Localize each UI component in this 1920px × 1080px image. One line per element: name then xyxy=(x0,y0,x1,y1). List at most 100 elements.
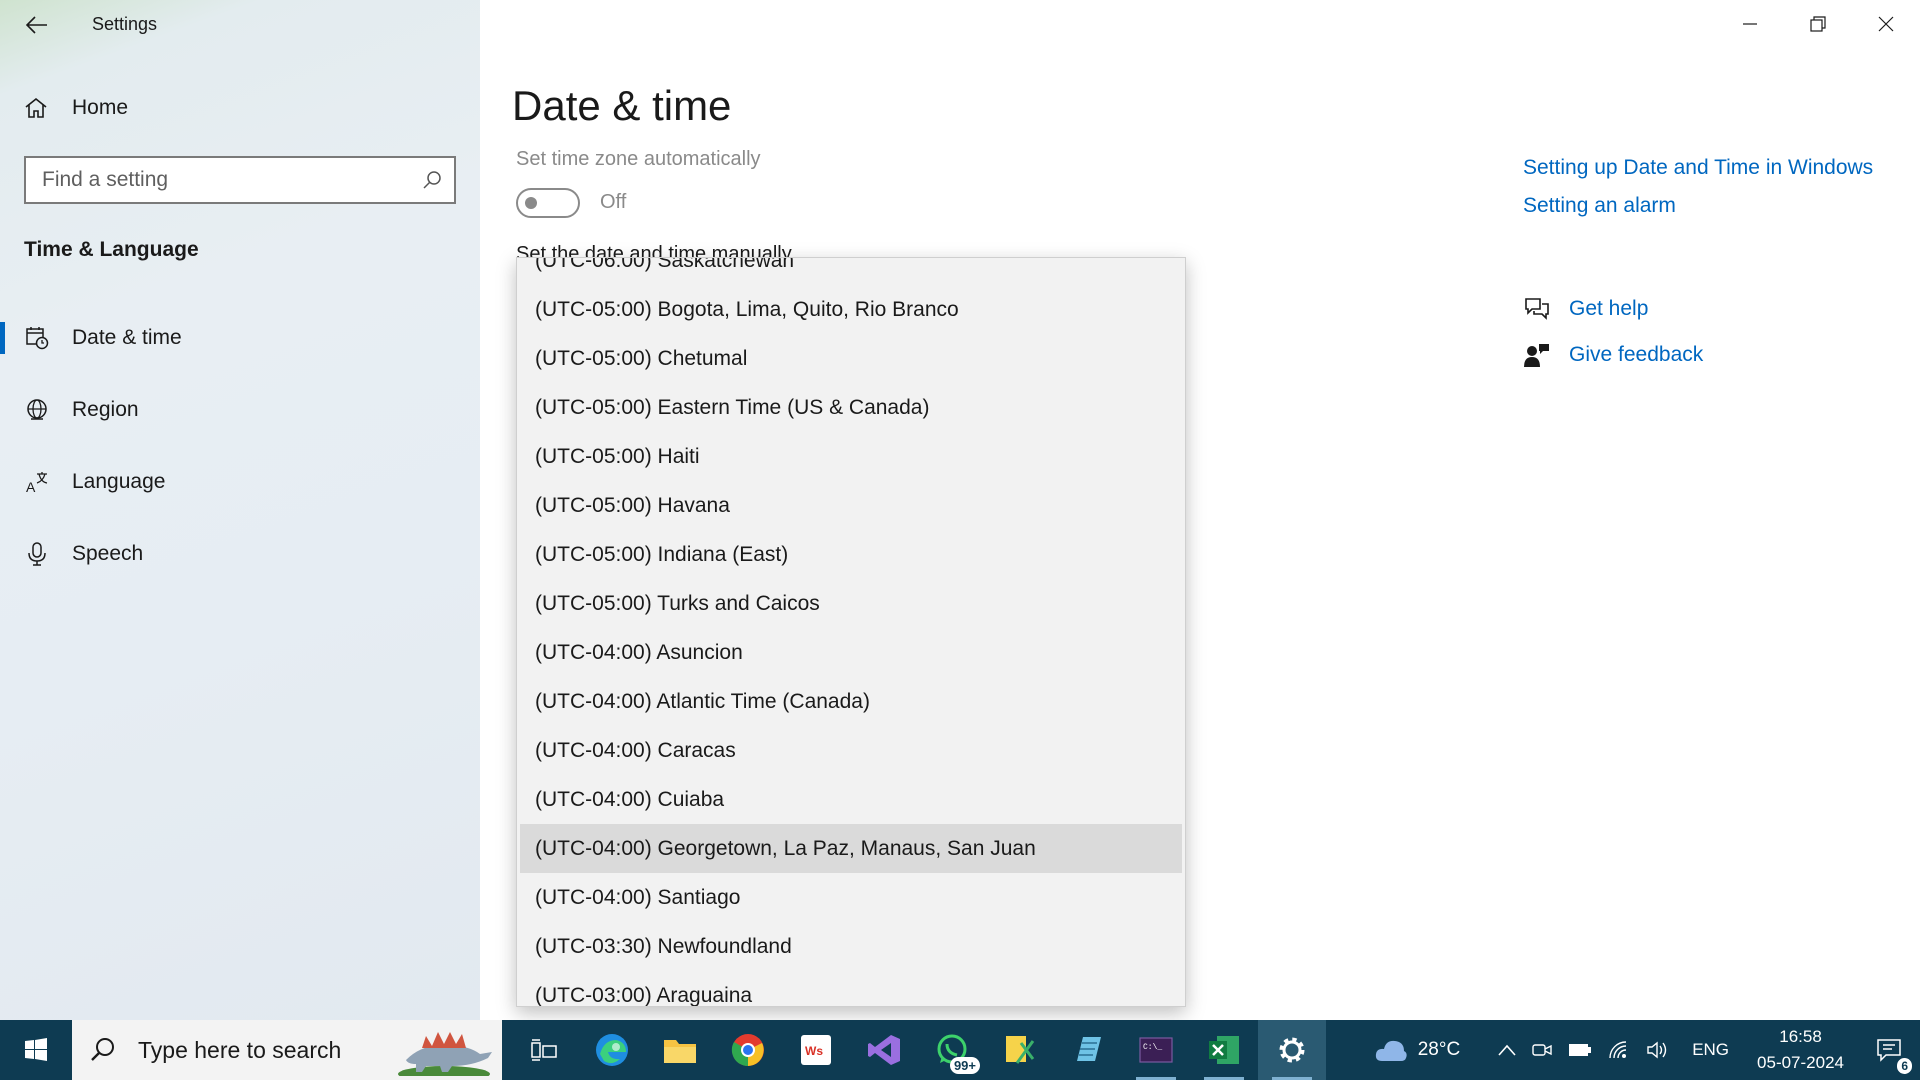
cloud-icon xyxy=(1375,1040,1407,1061)
section-title: Time & Language xyxy=(24,238,199,261)
timezone-option[interactable]: (UTC-05:00) Indiana (East) xyxy=(517,530,1185,579)
manual-datetime-label: Set the date and time manually xyxy=(516,243,792,257)
sidebar-item-date-time[interactable]: Date & time xyxy=(0,310,480,366)
dinosaur-doodle-icon xyxy=(398,1032,492,1076)
back-button[interactable] xyxy=(22,10,52,40)
sidebar-item-speech[interactable]: Speech xyxy=(0,526,480,582)
taskbar-search[interactable]: Type here to search xyxy=(72,1020,502,1080)
get-help-link[interactable]: Get help xyxy=(1569,297,1648,321)
input-language-button[interactable]: ENG xyxy=(1678,1020,1743,1080)
notepad-app[interactable] xyxy=(1054,1020,1122,1080)
timezone-options-list: (UTC-06:00) Saskatchewan (UTC-05:00) Bogo… xyxy=(517,258,1185,1006)
timezone-option[interactable]: (UTC-05:00) Chetumal xyxy=(517,334,1185,383)
alarm-link[interactable]: Setting an alarm xyxy=(1523,194,1873,218)
search-icon xyxy=(423,171,441,189)
timezone-option[interactable]: (UTC-05:00) Haiti xyxy=(517,432,1185,481)
timezone-option[interactable]: (UTC-04:00) Asuncion xyxy=(517,628,1185,677)
home-nav-item[interactable]: Home xyxy=(24,96,128,120)
sidebar-item-label: Date & time xyxy=(72,326,182,349)
timezone-option[interactable]: (UTC-03:30) Newfoundland xyxy=(517,922,1185,971)
notification-icon xyxy=(1877,1039,1901,1062)
sticky-app[interactable] xyxy=(986,1020,1054,1080)
chat-help-icon xyxy=(1525,298,1549,320)
minimize-button[interactable] xyxy=(1716,0,1784,48)
edge-icon xyxy=(596,1034,628,1066)
microphone-icon xyxy=(24,541,50,567)
clock-time: 16:58 xyxy=(1779,1027,1822,1046)
home-icon xyxy=(25,97,47,118)
weather-widget[interactable]: 28°C xyxy=(1366,1020,1490,1080)
sidebar-item-region[interactable]: Region xyxy=(0,382,480,438)
get-help-row[interactable]: Get help xyxy=(1523,296,1648,322)
whatsapp-badge: 99+ xyxy=(949,1057,980,1074)
system-tray: 28°C ENG 16:58 05-07-2024 6 xyxy=(1366,1020,1920,1080)
taskbar-apps: Ws 99+ C:\_ xyxy=(510,1020,1326,1080)
file-explorer-app[interactable] xyxy=(646,1020,714,1080)
setup-datetime-link[interactable]: Setting up Date and Time in Windows xyxy=(1523,156,1873,180)
clock-button[interactable]: 16:58 05-07-2024 xyxy=(1743,1024,1858,1076)
visual-studio-icon xyxy=(868,1035,900,1065)
taskbar-search-placeholder: Type here to search xyxy=(138,1036,342,1063)
timezone-option[interactable]: (UTC-06:00) Saskatchewan xyxy=(517,258,1185,285)
sidebar-item-label: Speech xyxy=(72,542,144,565)
notification-center-button[interactable]: 6 xyxy=(1858,1020,1920,1080)
timezone-option[interactable]: (UTC-04:00) Caracas xyxy=(517,726,1185,775)
find-setting-search[interactable] xyxy=(24,156,456,204)
timezone-option[interactable]: (UTC-05:00) Havana xyxy=(517,481,1185,530)
settings-app[interactable] xyxy=(1258,1020,1326,1080)
timezone-option[interactable]: (UTC-04:00) Georgetown, La Paz, Manaus, … xyxy=(520,824,1182,873)
globe-icon xyxy=(24,397,50,423)
language-icon: A xyxy=(24,469,50,495)
search-input[interactable] xyxy=(42,168,422,192)
battery-icon xyxy=(1569,1044,1592,1056)
timezone-option[interactable]: (UTC-05:00) Turks and Caicos xyxy=(517,579,1185,628)
battery-button[interactable] xyxy=(1560,1020,1600,1080)
back-arrow-icon xyxy=(26,16,47,34)
chevron-up-icon xyxy=(1498,1044,1516,1056)
excel-icon xyxy=(1209,1036,1239,1064)
app-title: Settings xyxy=(92,14,158,34)
close-button[interactable] xyxy=(1852,0,1920,48)
wifi-icon xyxy=(1609,1041,1627,1059)
speaker-icon xyxy=(1647,1041,1667,1059)
terminal-icon: C:\_ xyxy=(1139,1037,1173,1063)
edge-app[interactable] xyxy=(578,1020,646,1080)
timezone-option[interactable]: (UTC-05:00) Eastern Time (US & Canada) xyxy=(517,383,1185,432)
timezone-option[interactable]: (UTC-03:00) Araguaina xyxy=(517,971,1185,1006)
timezone-option[interactable]: (UTC-04:00) Santiago xyxy=(517,873,1185,922)
visual-studio-app[interactable] xyxy=(850,1020,918,1080)
ws-app[interactable]: Ws xyxy=(782,1020,850,1080)
feedback-person-icon xyxy=(1524,344,1549,367)
excel-app[interactable] xyxy=(1190,1020,1258,1080)
restore-icon xyxy=(1810,16,1826,32)
network-button[interactable] xyxy=(1600,1020,1638,1080)
give-feedback-link[interactable]: Give feedback xyxy=(1569,343,1703,367)
svg-text:A: A xyxy=(26,479,36,494)
volume-button[interactable] xyxy=(1638,1020,1678,1080)
meet-now-button[interactable] xyxy=(1524,1020,1560,1080)
toggle-state-text: Off xyxy=(600,191,627,213)
timezone-option[interactable]: (UTC-04:00) Cuiaba xyxy=(517,775,1185,824)
timezone-option[interactable]: (UTC-04:00) Atlantic Time (Canada) xyxy=(517,677,1185,726)
home-label: Home xyxy=(72,96,129,119)
minimize-icon xyxy=(1743,23,1757,25)
timezone-option[interactable]: (UTC-05:00) Bogota, Lima, Quito, Rio Bra… xyxy=(517,285,1185,334)
whatsapp-app[interactable]: 99+ xyxy=(918,1020,986,1080)
show-hidden-icons-button[interactable] xyxy=(1490,1020,1524,1080)
calendar-clock-icon xyxy=(24,325,50,351)
timezone-dropdown[interactable]: (UTC-06:00) Saskatchewan (UTC-05:00) Bogo… xyxy=(516,257,1186,1007)
svg-text:Ws: Ws xyxy=(805,1044,823,1058)
task-view-button[interactable] xyxy=(510,1020,578,1080)
give-feedback-row[interactable]: Give feedback xyxy=(1523,342,1703,368)
related-links: Setting up Date and Time in Windows Sett… xyxy=(1523,156,1873,218)
sidebar-item-label: Language xyxy=(72,470,166,493)
timezone-auto-label: Set time zone automatically xyxy=(516,148,761,170)
sidebar: Settings Home Time & Language Date & tim… xyxy=(0,0,480,1020)
sidebar-item-language[interactable]: A Language xyxy=(0,454,480,510)
terminal-app[interactable]: C:\_ xyxy=(1122,1020,1190,1080)
clock-date: 05-07-2024 xyxy=(1757,1053,1844,1072)
chrome-app[interactable] xyxy=(714,1020,782,1080)
timezone-auto-toggle[interactable] xyxy=(516,188,580,218)
restore-button[interactable] xyxy=(1784,0,1852,48)
start-button[interactable] xyxy=(0,1020,72,1080)
